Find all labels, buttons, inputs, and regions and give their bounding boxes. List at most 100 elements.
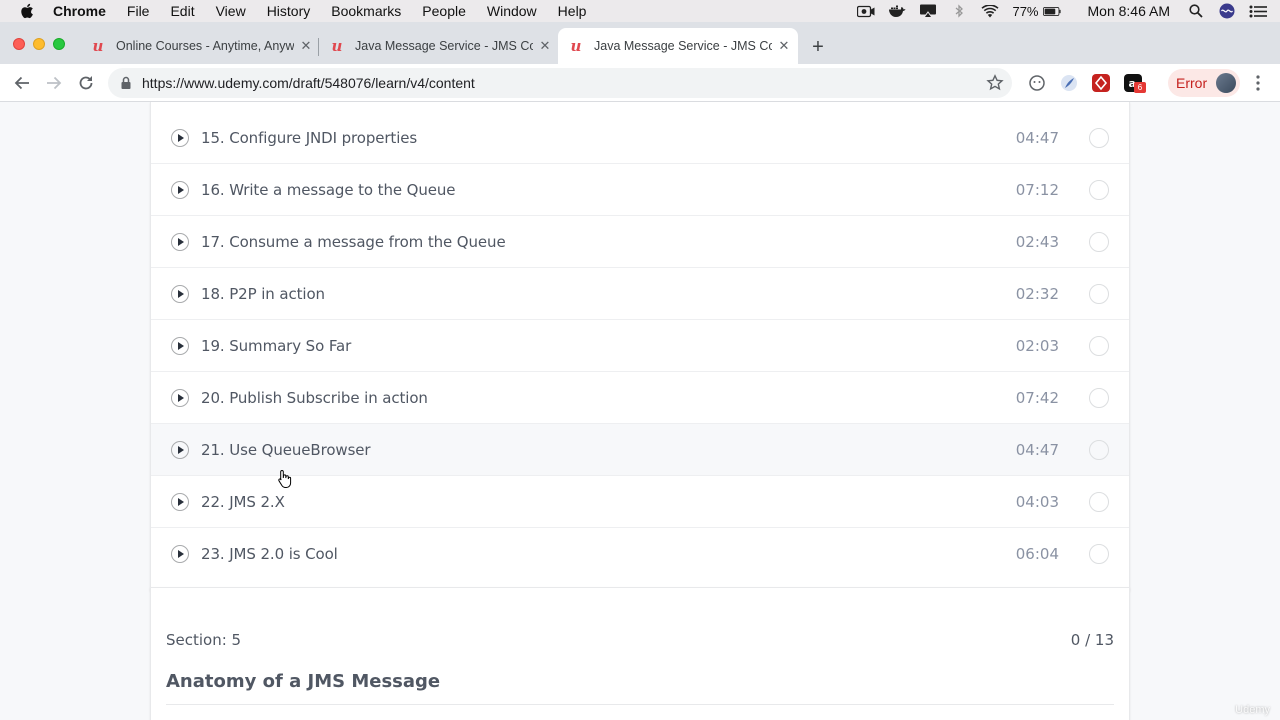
- lecture-title[interactable]: 16. Write a message to the Queue: [201, 181, 456, 199]
- extension-ghost-icon[interactable]: [1028, 74, 1046, 92]
- lecture-title[interactable]: 17. Consume a message from the Queue: [201, 233, 506, 251]
- lecture-duration: 06:04: [1015, 545, 1059, 563]
- lecture-row[interactable]: 16. Write a message to the Queue 07:12: [151, 164, 1129, 216]
- completion-checkbox[interactable]: [1089, 544, 1109, 564]
- lecture-row[interactable]: 19. Summary So Far 02:03: [151, 320, 1129, 372]
- lecture-title[interactable]: 19. Summary So Far: [201, 337, 351, 355]
- lecture-row[interactable]: 20. Publish Subscribe in action 07:42: [151, 372, 1129, 424]
- tab-title: Java Message Service - JMS Course: [355, 39, 533, 53]
- lecture-row[interactable]: 22. JMS 2.X 04:03: [151, 476, 1129, 528]
- lecture-duration: 04:47: [1015, 129, 1059, 147]
- section-progress: 0 / 13: [1070, 631, 1114, 649]
- menu-window[interactable]: Window: [487, 3, 537, 19]
- hand-cursor-icon: [278, 469, 292, 488]
- completion-checkbox[interactable]: [1089, 440, 1109, 460]
- completion-checkbox[interactable]: [1089, 284, 1109, 304]
- play-icon[interactable]: [171, 233, 189, 251]
- address-bar[interactable]: https://www.udemy.com/draft/548076/learn…: [108, 68, 1012, 98]
- play-icon[interactable]: [171, 129, 189, 147]
- forward-button[interactable]: [44, 73, 64, 93]
- play-icon[interactable]: [171, 441, 189, 459]
- lecture-row[interactable]: 18. P2P in action 02:32: [151, 268, 1129, 320]
- extension-amazon-icon[interactable]: a 6: [1124, 74, 1146, 93]
- wifi-icon[interactable]: [981, 4, 1000, 18]
- profile-error-button[interactable]: Error: [1168, 69, 1240, 97]
- section-card[interactable]: Section: 5 0 / 13 Anatomy of a JMS Messa…: [150, 587, 1130, 720]
- lecture-row-hovered[interactable]: 21. Use QueueBrowser 04:47: [151, 424, 1129, 476]
- lecture-title[interactable]: 22. JMS 2.X: [201, 493, 285, 511]
- window-zoom-button[interactable]: [53, 38, 65, 50]
- tab-close-icon[interactable]: ✕: [298, 38, 314, 54]
- extension-feather-icon[interactable]: [1060, 74, 1078, 92]
- lecture-row[interactable]: 17. Consume a message from the Queue 02:…: [151, 216, 1129, 268]
- section-divider: [166, 704, 1114, 705]
- docker-icon[interactable]: [888, 4, 906, 18]
- udemy-favicon-icon: u: [570, 37, 582, 55]
- screen-record-icon[interactable]: [857, 4, 875, 18]
- tab-close-icon[interactable]: ✕: [537, 38, 553, 54]
- tab-close-icon[interactable]: ✕: [776, 38, 792, 54]
- chrome-menu-icon[interactable]: [1250, 74, 1266, 92]
- completion-checkbox[interactable]: [1089, 336, 1109, 356]
- menu-edit[interactable]: Edit: [170, 3, 194, 19]
- lecture-duration: 04:03: [1015, 493, 1059, 511]
- section-title[interactable]: Anatomy of a JMS Message: [166, 671, 440, 692]
- lecture-title[interactable]: 23. JMS 2.0 is Cool: [201, 545, 338, 563]
- lecture-row[interactable]: 23. JMS 2.0 is Cool 06:04: [151, 528, 1129, 580]
- play-icon[interactable]: [171, 389, 189, 407]
- menu-people[interactable]: People: [422, 3, 466, 19]
- browser-tab-2[interactable]: u Java Message Service - JMS Course ✕: [319, 28, 557, 64]
- new-tab-button[interactable]: +: [808, 37, 828, 57]
- apple-logo-icon[interactable]: [20, 3, 34, 19]
- back-button[interactable]: [12, 73, 32, 93]
- battery-icon[interactable]: [1042, 4, 1061, 18]
- udemy-favicon-icon: u: [331, 37, 343, 55]
- bluetooth-icon[interactable]: [950, 4, 968, 18]
- completion-checkbox[interactable]: [1089, 388, 1109, 408]
- menu-app-chrome[interactable]: Chrome: [53, 3, 106, 19]
- menu-history[interactable]: History: [267, 3, 311, 19]
- udemy-watermark: Udemy: [1235, 704, 1270, 716]
- menu-file[interactable]: File: [127, 3, 150, 19]
- completion-checkbox[interactable]: [1089, 492, 1109, 512]
- siri-icon[interactable]: [1218, 3, 1236, 19]
- browser-tab-1[interactable]: u Online Courses - Anytime, Anywhere ✕: [80, 28, 318, 64]
- lecture-title[interactable]: 21. Use QueueBrowser: [201, 441, 371, 459]
- reload-button[interactable]: [76, 73, 96, 93]
- lecture-list-card: 15. Configure JNDI properties 04:47 16. …: [150, 102, 1130, 591]
- window-minimize-button[interactable]: [33, 38, 45, 50]
- notification-center-icon[interactable]: [1249, 4, 1267, 18]
- spotlight-search-icon[interactable]: [1187, 4, 1205, 18]
- url-text[interactable]: https://www.udemy.com/draft/548076/learn…: [142, 75, 475, 91]
- play-icon[interactable]: [171, 337, 189, 355]
- battery-percentage: 77%: [1012, 3, 1039, 19]
- play-icon[interactable]: [171, 493, 189, 511]
- lecture-title[interactable]: 20. Publish Subscribe in action: [201, 389, 428, 407]
- browser-tab-3-active[interactable]: u Java Message Service - JMS Course ✕: [558, 28, 798, 64]
- play-icon[interactable]: [171, 545, 189, 563]
- menu-help[interactable]: Help: [558, 3, 587, 19]
- completion-checkbox[interactable]: [1089, 128, 1109, 148]
- menu-bookmarks[interactable]: Bookmarks: [331, 3, 401, 19]
- lecture-title[interactable]: 15. Configure JNDI properties: [201, 129, 417, 147]
- completion-checkbox[interactable]: [1089, 232, 1109, 252]
- completion-checkbox[interactable]: [1089, 180, 1109, 200]
- extension-badge: 6: [1134, 82, 1146, 93]
- profile-error-label: Error: [1176, 75, 1208, 91]
- arrow-left-icon: [14, 76, 29, 90]
- menu-view[interactable]: View: [216, 3, 246, 19]
- lecture-duration: 07:42: [1015, 389, 1059, 407]
- macos-menu-bar: Chrome File Edit View History Bookmarks …: [0, 0, 1280, 22]
- page-content: 15. Configure JNDI properties 04:47 16. …: [0, 102, 1280, 720]
- extension-red-icon[interactable]: [1092, 74, 1110, 92]
- airplay-icon[interactable]: [919, 4, 937, 18]
- bookmark-star-icon[interactable]: [986, 74, 1004, 92]
- arrow-right-icon: [47, 76, 62, 90]
- play-icon[interactable]: [171, 285, 189, 303]
- lecture-row[interactable]: 15. Configure JNDI properties 04:47: [151, 112, 1129, 164]
- play-icon[interactable]: [171, 181, 189, 199]
- menubar-clock[interactable]: Mon 8:46 AM: [1088, 3, 1171, 19]
- lecture-title[interactable]: 18. P2P in action: [201, 285, 325, 303]
- window-close-button[interactable]: [13, 38, 25, 50]
- lock-icon[interactable]: [120, 76, 132, 90]
